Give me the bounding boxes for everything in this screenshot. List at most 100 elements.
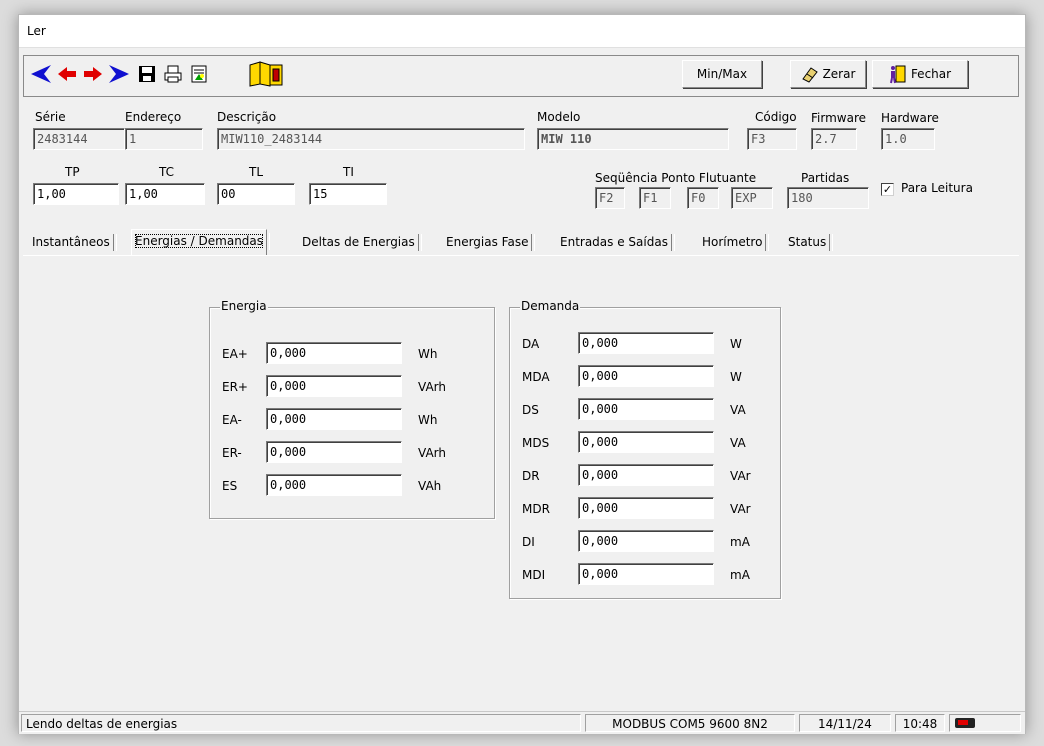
demanda-ds-field[interactable]: 0,000 (578, 398, 714, 420)
modelo-label: Modelo (537, 110, 581, 124)
min-max-button[interactable]: Min/Max (682, 60, 762, 88)
next-record-button[interactable] (82, 61, 104, 87)
demanda-row-label: DI (522, 535, 535, 549)
energia-row-label: ER+ (222, 380, 248, 394)
zerar-label: Zerar (822, 67, 856, 81)
demanda-di-field[interactable]: 0,000 (578, 530, 714, 552)
demanda-group: Demanda DA 0,000 W MDA 0,000 W DS 0,000 … (509, 299, 781, 599)
demanda-mds-field[interactable]: 0,000 (578, 431, 714, 453)
book-icon (249, 61, 283, 87)
last-record-button[interactable] (108, 61, 130, 87)
eraser-icon (801, 67, 818, 83)
demanda-mda-field[interactable]: 0,000 (578, 365, 714, 387)
floppy-disk-icon (139, 66, 155, 82)
first-record-button[interactable] (30, 61, 52, 87)
print-button[interactable] (162, 61, 184, 87)
previous-record-button[interactable] (56, 61, 78, 87)
demanda-row-unit: W (730, 337, 742, 351)
endereco-field: 1 (125, 128, 203, 150)
tc-field[interactable]: 1,00 (125, 183, 205, 205)
demanda-mdr-field[interactable]: 0,000 (578, 497, 714, 519)
fechar-button[interactable]: Fechar (872, 60, 968, 88)
ti-field[interactable]: 15 (309, 183, 387, 205)
energia-er-plus-field[interactable]: 0,000 (266, 375, 402, 397)
descricao-label: Descrição (217, 110, 277, 124)
demanda-row-unit: W (730, 370, 742, 384)
codigo-label: Código (755, 110, 797, 124)
tp-field[interactable]: 1,00 (33, 183, 119, 205)
sequencia-f0-field: F0 (687, 187, 719, 209)
tab-horimetro[interactable]: Horímetro (699, 231, 770, 253)
status-bar: Lendo deltas de energias MODBUS COM5 960… (19, 711, 1025, 734)
tab-energias-demandas[interactable]: Energias / Demandas (131, 229, 271, 255)
energia-ea-minus-field[interactable]: 0,000 (266, 408, 402, 430)
hardware-label: Hardware (881, 111, 939, 125)
energia-row-label: ES (222, 479, 238, 493)
demanda-dr-field[interactable]: 0,000 (578, 464, 714, 486)
title-bar[interactable]: Ler (19, 15, 1025, 48)
firmware-label: Firmware (811, 111, 866, 125)
sequencia-exp-field: EXP (731, 187, 773, 209)
energia-group: Energia EA+ 0,000 Wh ER+ 0,000 VArh EA- … (209, 299, 495, 519)
tc-label: TC (159, 165, 175, 179)
double-arrow-left-icon (31, 65, 51, 83)
book-button[interactable] (246, 61, 286, 87)
status-date: 14/11/24 (799, 714, 891, 732)
tab-entradas-e-saidas[interactable]: Entradas e Saídas (557, 231, 675, 253)
sequencia-f1-field: F1 (639, 187, 671, 209)
connection-led-icon (955, 718, 975, 728)
status-indicator-panel (949, 714, 1021, 732)
partidas-label: Partidas (801, 171, 850, 185)
demanda-title: Demanda (520, 299, 581, 313)
demanda-row-label: MDR (522, 502, 550, 516)
tl-field[interactable]: 00 (217, 183, 295, 205)
serie-label: Série (35, 110, 66, 124)
energia-row-unit: Wh (418, 413, 438, 427)
ti-label: TI (343, 165, 354, 179)
tab-deltas-de-energias[interactable]: Deltas de Energias (299, 231, 422, 253)
tab-status[interactable]: Status (785, 231, 834, 253)
window-title: Ler (27, 24, 46, 38)
zerar-button[interactable]: Zerar (790, 60, 866, 88)
status-message: Lendo deltas de energias (21, 714, 581, 732)
toolbar: Min/Max Zerar Fechar (23, 55, 1019, 97)
energia-title: Energia (220, 299, 268, 313)
tab-instantaneos[interactable]: Instantâneos (29, 231, 117, 253)
min-max-label: Min/Max (696, 67, 748, 81)
ler-window: Ler Min/Max Zerar Fechar Série 2483144 E… (18, 14, 1026, 734)
demanda-mdi-field[interactable]: 0,000 (578, 563, 714, 585)
hardware-field: 1.0 (881, 128, 935, 150)
demanda-row-unit: VAr (730, 502, 751, 516)
status-connection: MODBUS COM5 9600 8N2 (585, 714, 795, 732)
document-preview-icon (191, 65, 207, 83)
printer-icon (164, 65, 182, 83)
energia-row-label: EA- (222, 413, 242, 427)
firmware-field: 2.7 (811, 128, 857, 150)
tp-label: TP (65, 165, 80, 179)
demanda-row-unit: mA (730, 535, 750, 549)
endereco-label: Endereço (125, 110, 182, 124)
arrow-right-icon (84, 67, 102, 81)
demanda-da-field[interactable]: 0,000 (578, 332, 714, 354)
preview-button[interactable] (188, 61, 210, 87)
save-button[interactable] (136, 61, 158, 87)
tl-label: TL (249, 165, 264, 179)
demanda-row-label: DA (522, 337, 540, 351)
energia-es-field[interactable]: 0,000 (266, 474, 402, 496)
demanda-row-unit: mA (730, 568, 750, 582)
codigo-field: F3 (747, 128, 797, 150)
demanda-row-label: MDI (522, 568, 546, 582)
energia-row-label: EA+ (222, 347, 248, 361)
sequencia-f2-field: F2 (595, 187, 625, 209)
modelo-field: MIW 110 (537, 128, 729, 150)
tab-energias-fase[interactable]: Energias Fase (443, 231, 536, 253)
energia-ea-plus-field[interactable]: 0,000 (266, 342, 402, 364)
para-leitura-checkbox[interactable]: ✓ (881, 183, 894, 196)
status-time: 10:48 (895, 714, 945, 732)
energia-er-minus-field[interactable]: 0,000 (266, 441, 402, 463)
door-exit-icon (889, 65, 906, 84)
double-arrow-right-icon (109, 65, 129, 83)
sequencia-label: Seqüência Ponto Flutuante (595, 171, 757, 185)
demanda-row-label: MDS (522, 436, 550, 450)
para-leitura-label: Para Leitura (901, 181, 973, 195)
